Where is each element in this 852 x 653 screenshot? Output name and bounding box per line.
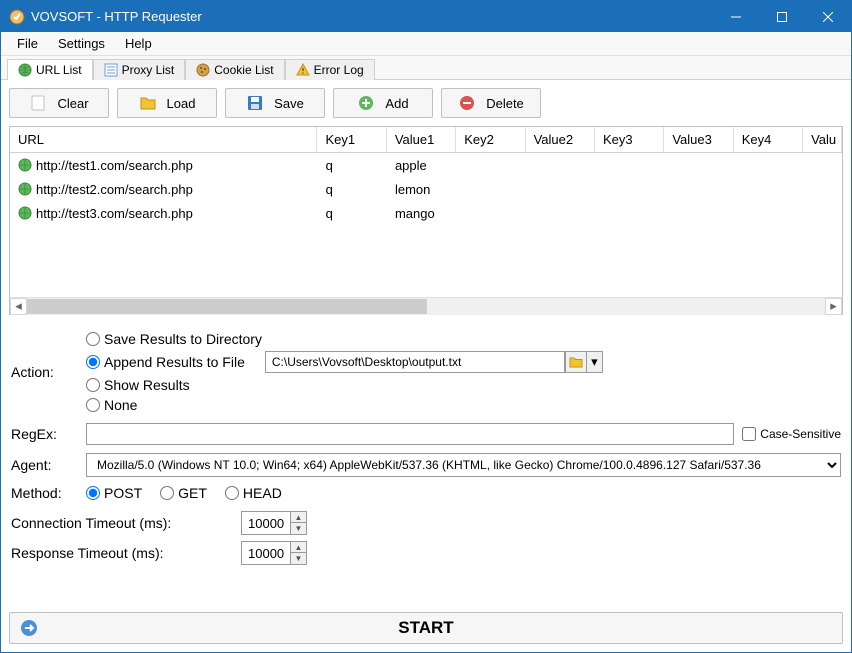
resp-timeout-spinner[interactable]: ▲▼ — [241, 541, 307, 565]
globe-icon — [18, 182, 32, 196]
browse-button[interactable] — [565, 351, 587, 373]
scroll-right-arrow[interactable]: ▸ — [825, 298, 842, 315]
col-key3[interactable]: Key3 — [595, 127, 664, 152]
load-button[interactable]: Load — [117, 88, 217, 118]
table-row[interactable]: http://test1.com/search.phpqapple — [10, 153, 842, 177]
start-button[interactable]: START — [9, 612, 843, 644]
spin-down-icon[interactable]: ▼ — [291, 523, 307, 535]
add-label: Add — [385, 96, 408, 111]
globe-icon — [18, 158, 32, 172]
minimize-button[interactable] — [713, 1, 759, 32]
delete-icon — [458, 94, 476, 112]
case-sensitive-checkbox[interactable] — [742, 427, 756, 441]
scroll-left-arrow[interactable]: ◂ — [10, 298, 27, 315]
output-path-input[interactable] — [265, 351, 565, 373]
table-header: URLKey1Value1Key2Value2Key3Value3Key4Val… — [10, 127, 842, 153]
case-sensitive-label: Case-Sensitive — [760, 427, 841, 441]
conn-timeout-spinner[interactable]: ▲▼ — [241, 511, 307, 535]
scroll-thumb[interactable] — [27, 299, 427, 314]
action-option-0[interactable]: Save Results to Directory — [86, 331, 603, 347]
spin-up-icon[interactable]: ▲ — [291, 511, 307, 523]
menu-file[interactable]: File — [7, 34, 48, 53]
resp-timeout-input[interactable] — [241, 541, 291, 565]
table-row[interactable]: http://test2.com/search.phpqlemon — [10, 177, 842, 201]
col-key2[interactable]: Key2 — [456, 127, 525, 152]
table-body[interactable]: http://test1.com/search.phpqapplehttp://… — [10, 153, 842, 297]
action-option-3[interactable]: None — [86, 397, 603, 413]
tab-cookie-list[interactable]: Cookie List — [185, 59, 284, 80]
start-icon — [20, 619, 38, 637]
action-label: Action: — [11, 364, 86, 380]
app-icon — [9, 9, 25, 25]
col-key4[interactable]: Key4 — [734, 127, 803, 152]
clear-button[interactable]: Clear — [9, 88, 109, 118]
list-icon — [104, 63, 118, 77]
delete-button[interactable]: Delete — [441, 88, 541, 118]
conn-timeout-label: Connection Timeout (ms): — [11, 515, 241, 531]
method-post[interactable]: POST — [86, 485, 142, 501]
menu-settings[interactable]: Settings — [48, 34, 115, 53]
delete-label: Delete — [486, 96, 524, 111]
tab-error-log[interactable]: Error Log — [285, 59, 375, 80]
conn-timeout-input[interactable] — [241, 511, 291, 535]
spin-down-icon[interactable]: ▼ — [291, 553, 307, 565]
maximize-button[interactable] — [759, 1, 805, 32]
save-label: Save — [274, 96, 304, 111]
globe-icon — [18, 206, 32, 220]
scroll-track[interactable] — [27, 298, 825, 315]
warning-icon — [296, 63, 310, 77]
add-icon — [357, 94, 375, 112]
tabstrip: URL ListProxy ListCookie ListError Log — [1, 56, 851, 80]
horizontal-scrollbar[interactable]: ◂ ▸ — [10, 297, 842, 314]
blank-icon — [29, 94, 47, 112]
method-get[interactable]: GET — [160, 485, 207, 501]
load-label: Load — [167, 96, 196, 111]
regex-label: RegEx: — [11, 426, 86, 442]
method-head[interactable]: HEAD — [225, 485, 282, 501]
browse-dropdown[interactable]: ▾ — [587, 351, 603, 373]
col-value1[interactable]: Value1 — [387, 127, 456, 152]
toolbar: Clear Load Save Add Delete — [1, 80, 851, 126]
folder-icon — [139, 94, 157, 112]
close-button[interactable] — [805, 1, 851, 32]
menubar: File Settings Help — [1, 32, 851, 56]
save-icon — [246, 94, 264, 112]
cookie-icon — [196, 63, 210, 77]
agent-label: Agent: — [11, 457, 86, 473]
menu-help[interactable]: Help — [115, 34, 162, 53]
tab-url-list[interactable]: URL List — [7, 59, 93, 80]
spin-up-icon[interactable]: ▲ — [291, 541, 307, 553]
globe-icon — [18, 63, 32, 77]
table-row[interactable]: http://test3.com/search.phpqmango — [10, 201, 842, 225]
case-sensitive-check[interactable]: Case-Sensitive — [742, 427, 841, 441]
action-radios: Save Results to Directory Append Results … — [86, 331, 603, 413]
window-title: VOVSOFT - HTTP Requester — [31, 9, 713, 24]
method-radios: POST GET HEAD — [86, 485, 300, 501]
tab-proxy-list[interactable]: Proxy List — [93, 59, 186, 80]
col-valu[interactable]: Valu — [803, 127, 842, 152]
resp-timeout-label: Response Timeout (ms): — [11, 545, 241, 561]
method-label: Method: — [11, 485, 86, 501]
col-value2[interactable]: Value2 — [526, 127, 595, 152]
regex-input[interactable] — [86, 423, 734, 445]
save-button[interactable]: Save — [225, 88, 325, 118]
col-url[interactable]: URL — [10, 127, 317, 152]
action-option-1[interactable]: Append Results to File — [86, 354, 245, 370]
col-key1[interactable]: Key1 — [317, 127, 386, 152]
start-label: START — [398, 618, 453, 638]
url-table: URLKey1Value1Key2Value2Key3Value3Key4Val… — [9, 126, 843, 315]
titlebar: VOVSOFT - HTTP Requester — [1, 1, 851, 32]
clear-label: Clear — [57, 96, 88, 111]
col-value3[interactable]: Value3 — [664, 127, 733, 152]
add-button[interactable]: Add — [333, 88, 433, 118]
agent-select[interactable]: Mozilla/5.0 (Windows NT 10.0; Win64; x64… — [86, 453, 841, 477]
action-option-2[interactable]: Show Results — [86, 377, 603, 393]
